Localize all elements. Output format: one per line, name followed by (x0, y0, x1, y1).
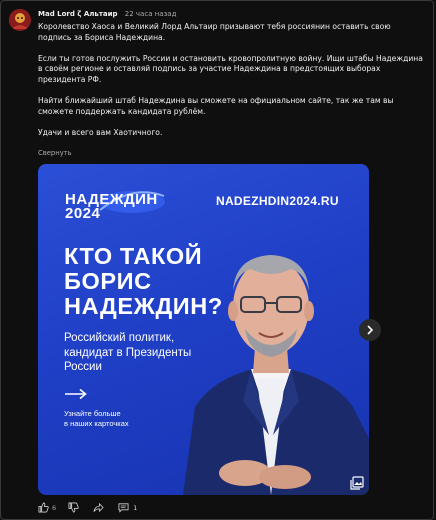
author-name[interactable]: Mad Lord ζ Альтаир (38, 10, 118, 18)
post-paragraph: Найти ближайший штаб Надеждина вы сможет… (38, 96, 394, 116)
learn-more-line: Узнайте больше (64, 409, 121, 418)
author-avatar[interactable] (9, 9, 31, 31)
like-count: 6 (52, 503, 57, 512)
collapse-button[interactable]: Свернуть (38, 149, 72, 157)
learn-more-text: Узнайте больше в наших карточках (64, 409, 129, 428)
candidate-portrait (183, 255, 369, 495)
thumb-down-icon[interactable] (68, 502, 79, 513)
comments-count: 1 (133, 503, 138, 512)
post-paragraph: Если ты готов послужить России и останов… (38, 53, 423, 84)
gallery-icon (350, 476, 364, 490)
learn-more-line: в наших карточках (64, 418, 129, 428)
site-url: NADEZHDIN2024.RU (216, 194, 339, 208)
share-icon[interactable] (93, 502, 104, 513)
post-paragraph: Удачи и всего вам Хаотичного. (38, 127, 163, 137)
arrow-right-icon (65, 388, 87, 400)
post-image[interactable]: НАДЕЖДИН 2024 NADEZHDIN2024.RU КТО ТАКОЙ… (38, 164, 369, 495)
brand-logo: НАДЕЖДИН 2024 (65, 192, 158, 222)
post-paragraph: Королевство Хаоса и Великий Лорд Альтаир… (38, 22, 391, 42)
chevron-right-icon (367, 325, 374, 335)
next-image-button[interactable] (359, 319, 381, 341)
brand-year: 2024 (65, 205, 101, 222)
thumb-up-icon[interactable] (38, 502, 49, 513)
post-text: Королевство Хаоса и Великий Лорд Альтаир… (38, 22, 423, 139)
post-header: Mad Lord ζ Альтаир 22 часа назад (38, 10, 176, 18)
comment-icon[interactable] (118, 502, 129, 513)
action-bar: 6 1 (38, 502, 137, 513)
post-time[interactable]: 22 часа назад (125, 10, 177, 18)
